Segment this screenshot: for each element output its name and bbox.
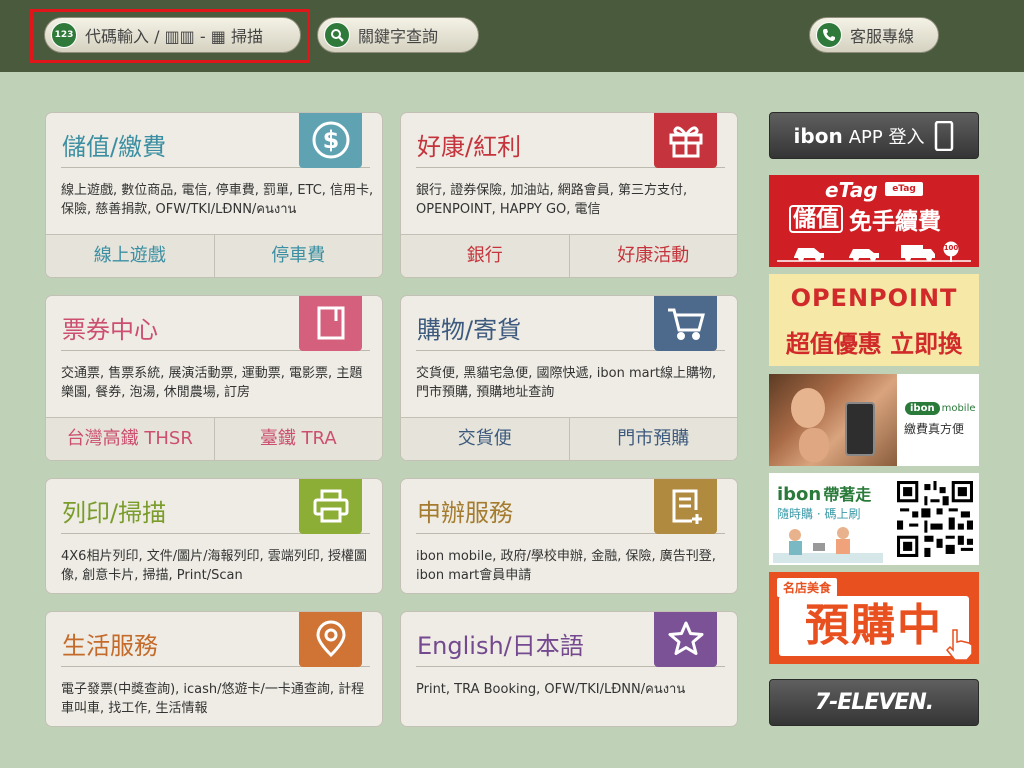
cart-icon	[654, 296, 717, 351]
openpoint-banner[interactable]: OPENPOINT 超值優惠 立即換	[769, 274, 979, 366]
customer-service-button[interactable]: 客服專線	[809, 17, 939, 53]
card-title: 購物/寄貨	[417, 316, 522, 344]
card-print-scan[interactable]: 列印/掃描 4X6相片列印, 文件/圖片/海報列印, 雲端列印, 授權圖像, 創…	[45, 478, 383, 594]
ibon-carry-headline: 帶著走	[823, 485, 872, 504]
keyword-search-button[interactable]: 關鍵字查詢	[317, 17, 479, 53]
card-description: 銀行, 證券保險, 加油站, 網路會員, 第三方支付, OPENPOINT, H…	[416, 183, 688, 217]
ibon-logo-text: ibon	[777, 484, 822, 505]
phone-icon	[816, 22, 842, 48]
card-title: 好康/紅利	[417, 133, 522, 161]
card-english-japanese[interactable]: English/日本語 Print, TRA Booking, OFW/TKI/…	[400, 611, 738, 727]
people-photo	[769, 374, 897, 466]
shopper-illustration	[773, 527, 883, 563]
document-add-icon	[654, 479, 717, 534]
card-ticket-center[interactable]: 票券中心 交通票, 售票系統, 展演活動票, 運動票, 電影票, 主題樂園, 餐…	[45, 295, 383, 461]
ibon-logo-text: ibon	[793, 123, 843, 148]
sub-thsr[interactable]: 台灣高鐵 THSR	[46, 418, 214, 460]
location-pin-icon	[299, 612, 362, 667]
ibon-app-login-button[interactable]: ibon APP 登入	[769, 112, 979, 159]
etag-banner[interactable]: eTag eTag 儲值 免手續費 100	[769, 175, 979, 267]
card-title: 列印/掃描	[62, 499, 167, 527]
etag-stored-value: 儲值	[789, 205, 843, 233]
sub-tra[interactable]: 臺鐵 TRA	[213, 418, 383, 460]
card-title: English/日本語	[417, 632, 584, 660]
card-application-services[interactable]: 申辦服務 ibon mobile, 政府/學校申辦, 金融, 保險, 廣告刊登,…	[400, 478, 738, 594]
hand-pointer-icon	[945, 629, 973, 661]
card-title: 生活服務	[62, 632, 158, 660]
sub-offers-events[interactable]: 好康活動	[568, 235, 738, 277]
openpoint-slogan: 超值優惠 立即換	[785, 330, 963, 358]
qr-code-icon	[897, 481, 973, 557]
openpoint-logo: OPENPOINT	[790, 284, 958, 312]
etag-no-fee: 免手續費	[849, 209, 941, 235]
highlight-frame	[30, 9, 310, 63]
sub-store-preorder[interactable]: 門市預購	[568, 418, 738, 460]
card-description: Print, TRA Booking, OFW/TKI/LĐNN/คนงาน	[416, 682, 686, 697]
ibon-mobile-banner[interactable]: ibon mobile 繳費真方便	[769, 374, 979, 466]
printer-icon	[299, 479, 362, 534]
card-description: 交通票, 售票系統, 展演活動票, 運動票, 電影票, 主題樂園, 餐券, 泡湯…	[61, 366, 363, 400]
card-description: 電子發票(中獎查詢), icash/悠遊卡/一卡通查詢, 計程車叫車, 找工作,…	[61, 682, 365, 716]
smartphone-icon	[935, 120, 954, 151]
sub-parking-fee[interactable]: 停車費	[213, 235, 383, 277]
card-life-services[interactable]: 生活服務 電子發票(中獎查詢), icash/悠遊卡/一卡通查詢, 計程車叫車,…	[45, 611, 383, 727]
card-shopping-shipping[interactable]: 購物/寄貨 交貨便, 黑貓宅急便, 國際快遞, ibon mart線上購物, 門…	[400, 295, 738, 461]
star-icon	[654, 612, 717, 667]
ibon-logo-badge: ibon	[905, 402, 940, 415]
preorder-tag: 名店美食	[777, 578, 838, 597]
card-description: 線上遊戲, 數位商品, 電信, 停車費, 罰單, ETC, 信用卡, 保險, 慈…	[61, 183, 374, 217]
card-title: 申辦服務	[417, 499, 513, 527]
gift-icon	[654, 113, 717, 168]
app-login-label: APP 登入	[848, 126, 925, 148]
card-description: ibon mobile, 政府/學校申辦, 金融, 保險, 廣告刊登, ibon…	[416, 549, 716, 583]
card-title: 儲值/繳費	[62, 133, 167, 161]
etag-logo: eTag	[825, 178, 878, 202]
card-title: 票券中心	[62, 316, 158, 344]
top-bar: 123 代碼輸入 / ▥▥ - ▦ 掃描 關鍵字查詢 客服專線	[0, 0, 1024, 72]
ibon-mobile-slogan: 繳費真方便	[904, 422, 965, 436]
mobile-word: mobile	[941, 403, 976, 414]
card-offers-rewards[interactable]: 好康/紅利 銀行, 證券保險, 加油站, 網路會員, 第三方支付, OPENPO…	[400, 112, 738, 278]
card-description: 4X6相片列印, 文件/圖片/海報列印, 雲端列印, 授權圖像, 創意卡片, 掃…	[61, 549, 368, 583]
svg-text:$: $	[322, 126, 339, 154]
ibon-carry-banner[interactable]: ibon 帶著走 隨時購 · 碼上刷	[769, 473, 979, 565]
ibon-carry-subline: 隨時購 · 碼上刷	[777, 507, 861, 521]
sub-delivery[interactable]: 交貨便	[401, 418, 569, 460]
seven-eleven-logo: 7-ELEVEN.	[814, 690, 934, 715]
customer-service-label: 客服專線	[850, 27, 915, 46]
keyword-search-label: 關鍵字查詢	[358, 27, 439, 46]
dollar-icon: $	[299, 113, 362, 168]
sub-online-games[interactable]: 線上遊戲	[46, 235, 214, 277]
etag-mini-logo: eTag	[885, 182, 923, 196]
speed-sign-label: 100	[943, 244, 959, 252]
card-stored-value-payment[interactable]: 儲值/繳費 $ 線上遊戲, 數位商品, 電信, 停車費, 罰單, ETC, 信用…	[45, 112, 383, 278]
card-description: 交貨便, 黑貓宅急便, 國際快遞, ibon mart線上購物, 門市預購, 預…	[416, 366, 717, 400]
preorder-banner[interactable]: 名店美食 預購中	[769, 572, 979, 664]
sub-bank[interactable]: 銀行	[401, 235, 569, 277]
seven-eleven-button[interactable]: 7-ELEVEN.	[769, 679, 979, 726]
ticket-icon	[299, 296, 362, 351]
search-icon	[324, 22, 350, 48]
